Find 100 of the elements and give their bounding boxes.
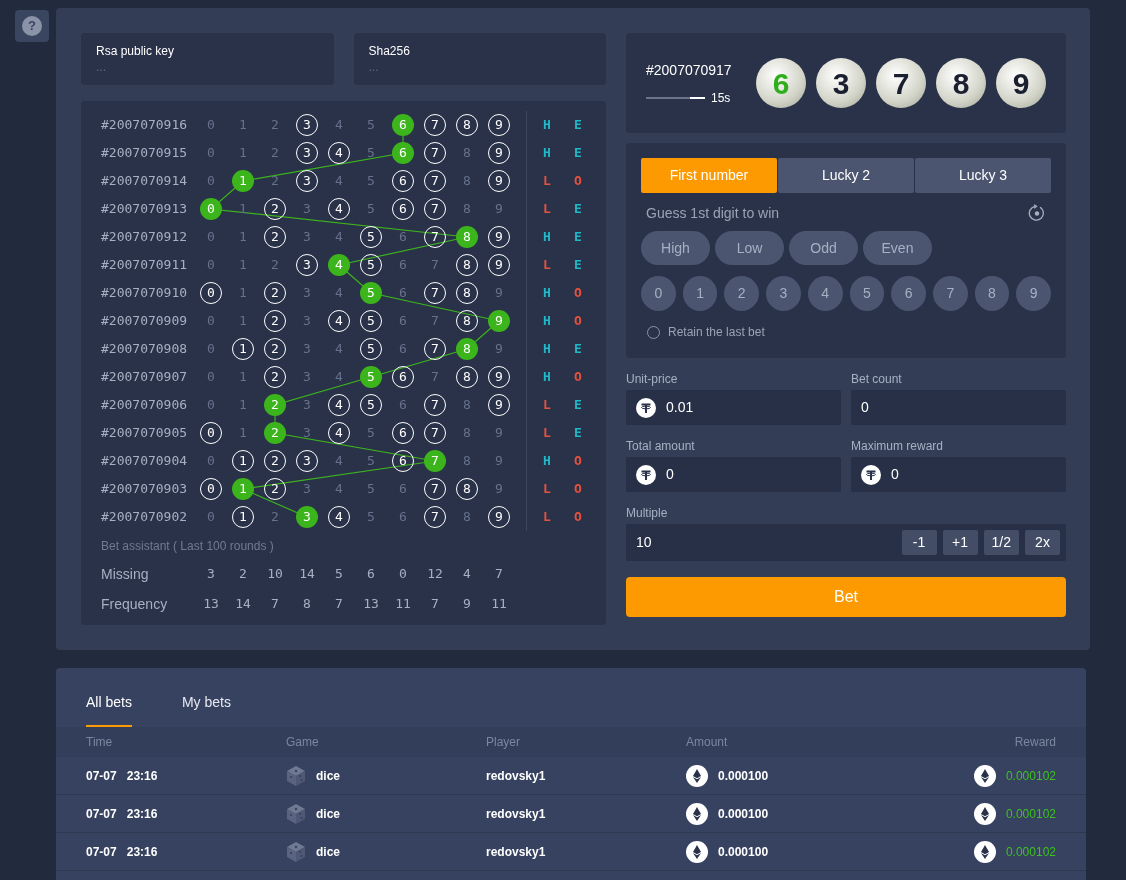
hit-number: 8 xyxy=(456,338,478,360)
field-label: Maximum reward xyxy=(851,438,944,453)
help-button[interactable]: ? xyxy=(15,10,49,42)
digit: 8 xyxy=(462,200,472,219)
size-letter: L xyxy=(543,396,552,415)
digit-button[interactable]: 9 xyxy=(1016,276,1052,311)
option-button[interactable]: Even xyxy=(863,231,932,265)
mode-tab[interactable]: Lucky 2 xyxy=(778,158,914,193)
mode-tab[interactable]: Lucky 3 xyxy=(915,158,1051,193)
amount-field[interactable]: 0 xyxy=(851,457,1066,492)
digit: 4 xyxy=(334,452,344,471)
stat-value: 13 xyxy=(203,595,219,614)
digit-button[interactable]: 2 xyxy=(724,276,760,311)
stat-value: 7 xyxy=(335,595,343,614)
digit: 0 xyxy=(206,368,216,387)
digit-button[interactable]: 0 xyxy=(641,276,676,311)
digit: 0 xyxy=(206,228,216,247)
digit: 3 xyxy=(302,340,312,359)
digit: 6 xyxy=(398,480,408,499)
digit-button[interactable]: 4 xyxy=(807,276,843,311)
stat-value: 9 xyxy=(463,595,471,614)
digit-button[interactable]: 6 xyxy=(891,276,926,311)
round-number: #2007070917 xyxy=(646,60,733,80)
digit: 0 xyxy=(206,340,216,359)
multiplier-button[interactable]: -1 xyxy=(901,530,937,555)
digit: 5 xyxy=(366,452,376,471)
key-value: ... xyxy=(368,60,380,74)
digit: 7 xyxy=(430,368,440,387)
round-number: #2007070902 xyxy=(101,508,189,527)
amount-field[interactable]: 0 xyxy=(851,390,1066,425)
parity-letter: E xyxy=(574,256,583,275)
size-letter: H xyxy=(543,144,552,163)
multiplier-button[interactable]: 2x xyxy=(1025,530,1060,555)
parity-letter: O xyxy=(574,452,583,471)
hit-number: 3 xyxy=(296,506,318,528)
amount-field[interactable]: 0.01 xyxy=(626,390,841,425)
hit-number: 7 xyxy=(424,450,446,472)
digit: 2 xyxy=(270,256,280,275)
digit: 3 xyxy=(302,396,312,415)
digit: 1 xyxy=(238,256,248,275)
digit: 1 xyxy=(238,312,248,331)
reward-amount: 0.000102 xyxy=(1005,805,1056,823)
stat-value: 7 xyxy=(495,565,503,584)
digit: 6 xyxy=(398,340,408,359)
digit: 8 xyxy=(462,452,472,471)
size-letter: L xyxy=(543,424,552,443)
parity-letter: E xyxy=(574,116,583,135)
digit-button[interactable]: 1 xyxy=(682,276,718,311)
size-letter: H xyxy=(543,368,552,387)
option-button[interactable]: Odd xyxy=(789,231,858,265)
digit: 0 xyxy=(206,312,216,331)
bet-button[interactable]: Bet xyxy=(626,577,1066,617)
digit: 3 xyxy=(302,368,312,387)
digit-button[interactable]: 8 xyxy=(974,276,1010,311)
multiplier-button[interactable]: +1 xyxy=(942,530,978,555)
hit-number: 1 xyxy=(232,478,254,500)
round-number: #2007070913 xyxy=(101,200,189,219)
multiplier-button[interactable]: 1/2 xyxy=(983,530,1019,555)
digit-button[interactable]: 5 xyxy=(849,276,885,311)
mode-tab[interactable]: First number xyxy=(641,158,777,193)
stat-value: 3 xyxy=(207,565,215,584)
size-letter: L xyxy=(543,256,552,275)
stat-value: 12 xyxy=(427,565,443,584)
option-button[interactable]: Low xyxy=(715,231,784,265)
digit-button[interactable]: 3 xyxy=(766,276,801,311)
digit: 8 xyxy=(462,144,472,163)
parity-letter: E xyxy=(574,144,583,163)
round-number: #2007070915 xyxy=(101,144,189,163)
size-letter: H xyxy=(543,340,552,359)
assistant-title: Bet assistant ( Last 100 rounds ) xyxy=(100,538,275,555)
stat-value: 0 xyxy=(399,565,407,584)
amount-field[interactable]: 0 xyxy=(626,457,841,492)
field-label: Total amount xyxy=(626,438,696,453)
digit: 9 xyxy=(494,284,504,303)
digit: 2 xyxy=(270,116,280,135)
digit: 5 xyxy=(366,424,376,443)
hit-number: 6 xyxy=(392,142,414,164)
parity-letter: E xyxy=(574,396,583,415)
digit: 1 xyxy=(238,116,248,135)
option-button[interactable]: High xyxy=(641,231,710,265)
digit-button[interactable]: 7 xyxy=(932,276,968,311)
digit: 2 xyxy=(270,144,280,163)
stat-value: 6 xyxy=(367,565,375,584)
reward-amount: 0.000102 xyxy=(1005,767,1056,785)
digit: 5 xyxy=(366,200,376,219)
stat-label: Missing xyxy=(101,564,150,584)
digit: 1 xyxy=(238,396,248,415)
round-number: #2007070908 xyxy=(101,340,189,359)
stat-value: 14 xyxy=(235,595,251,614)
digit: 9 xyxy=(494,452,504,471)
parity-letter: O xyxy=(574,508,583,527)
field-label: Bet count xyxy=(851,371,903,386)
multiple-field[interactable]: 10 -1 +1 1/2 2x xyxy=(626,524,1066,561)
column-header: Time xyxy=(86,734,113,751)
bets-tab[interactable]: My bets xyxy=(181,692,231,727)
column-header: Game xyxy=(286,734,319,751)
column-header: Reward xyxy=(1014,734,1056,751)
digit: 6 xyxy=(398,228,408,247)
size-letter: L xyxy=(543,200,552,219)
digit: 5 xyxy=(366,116,376,135)
